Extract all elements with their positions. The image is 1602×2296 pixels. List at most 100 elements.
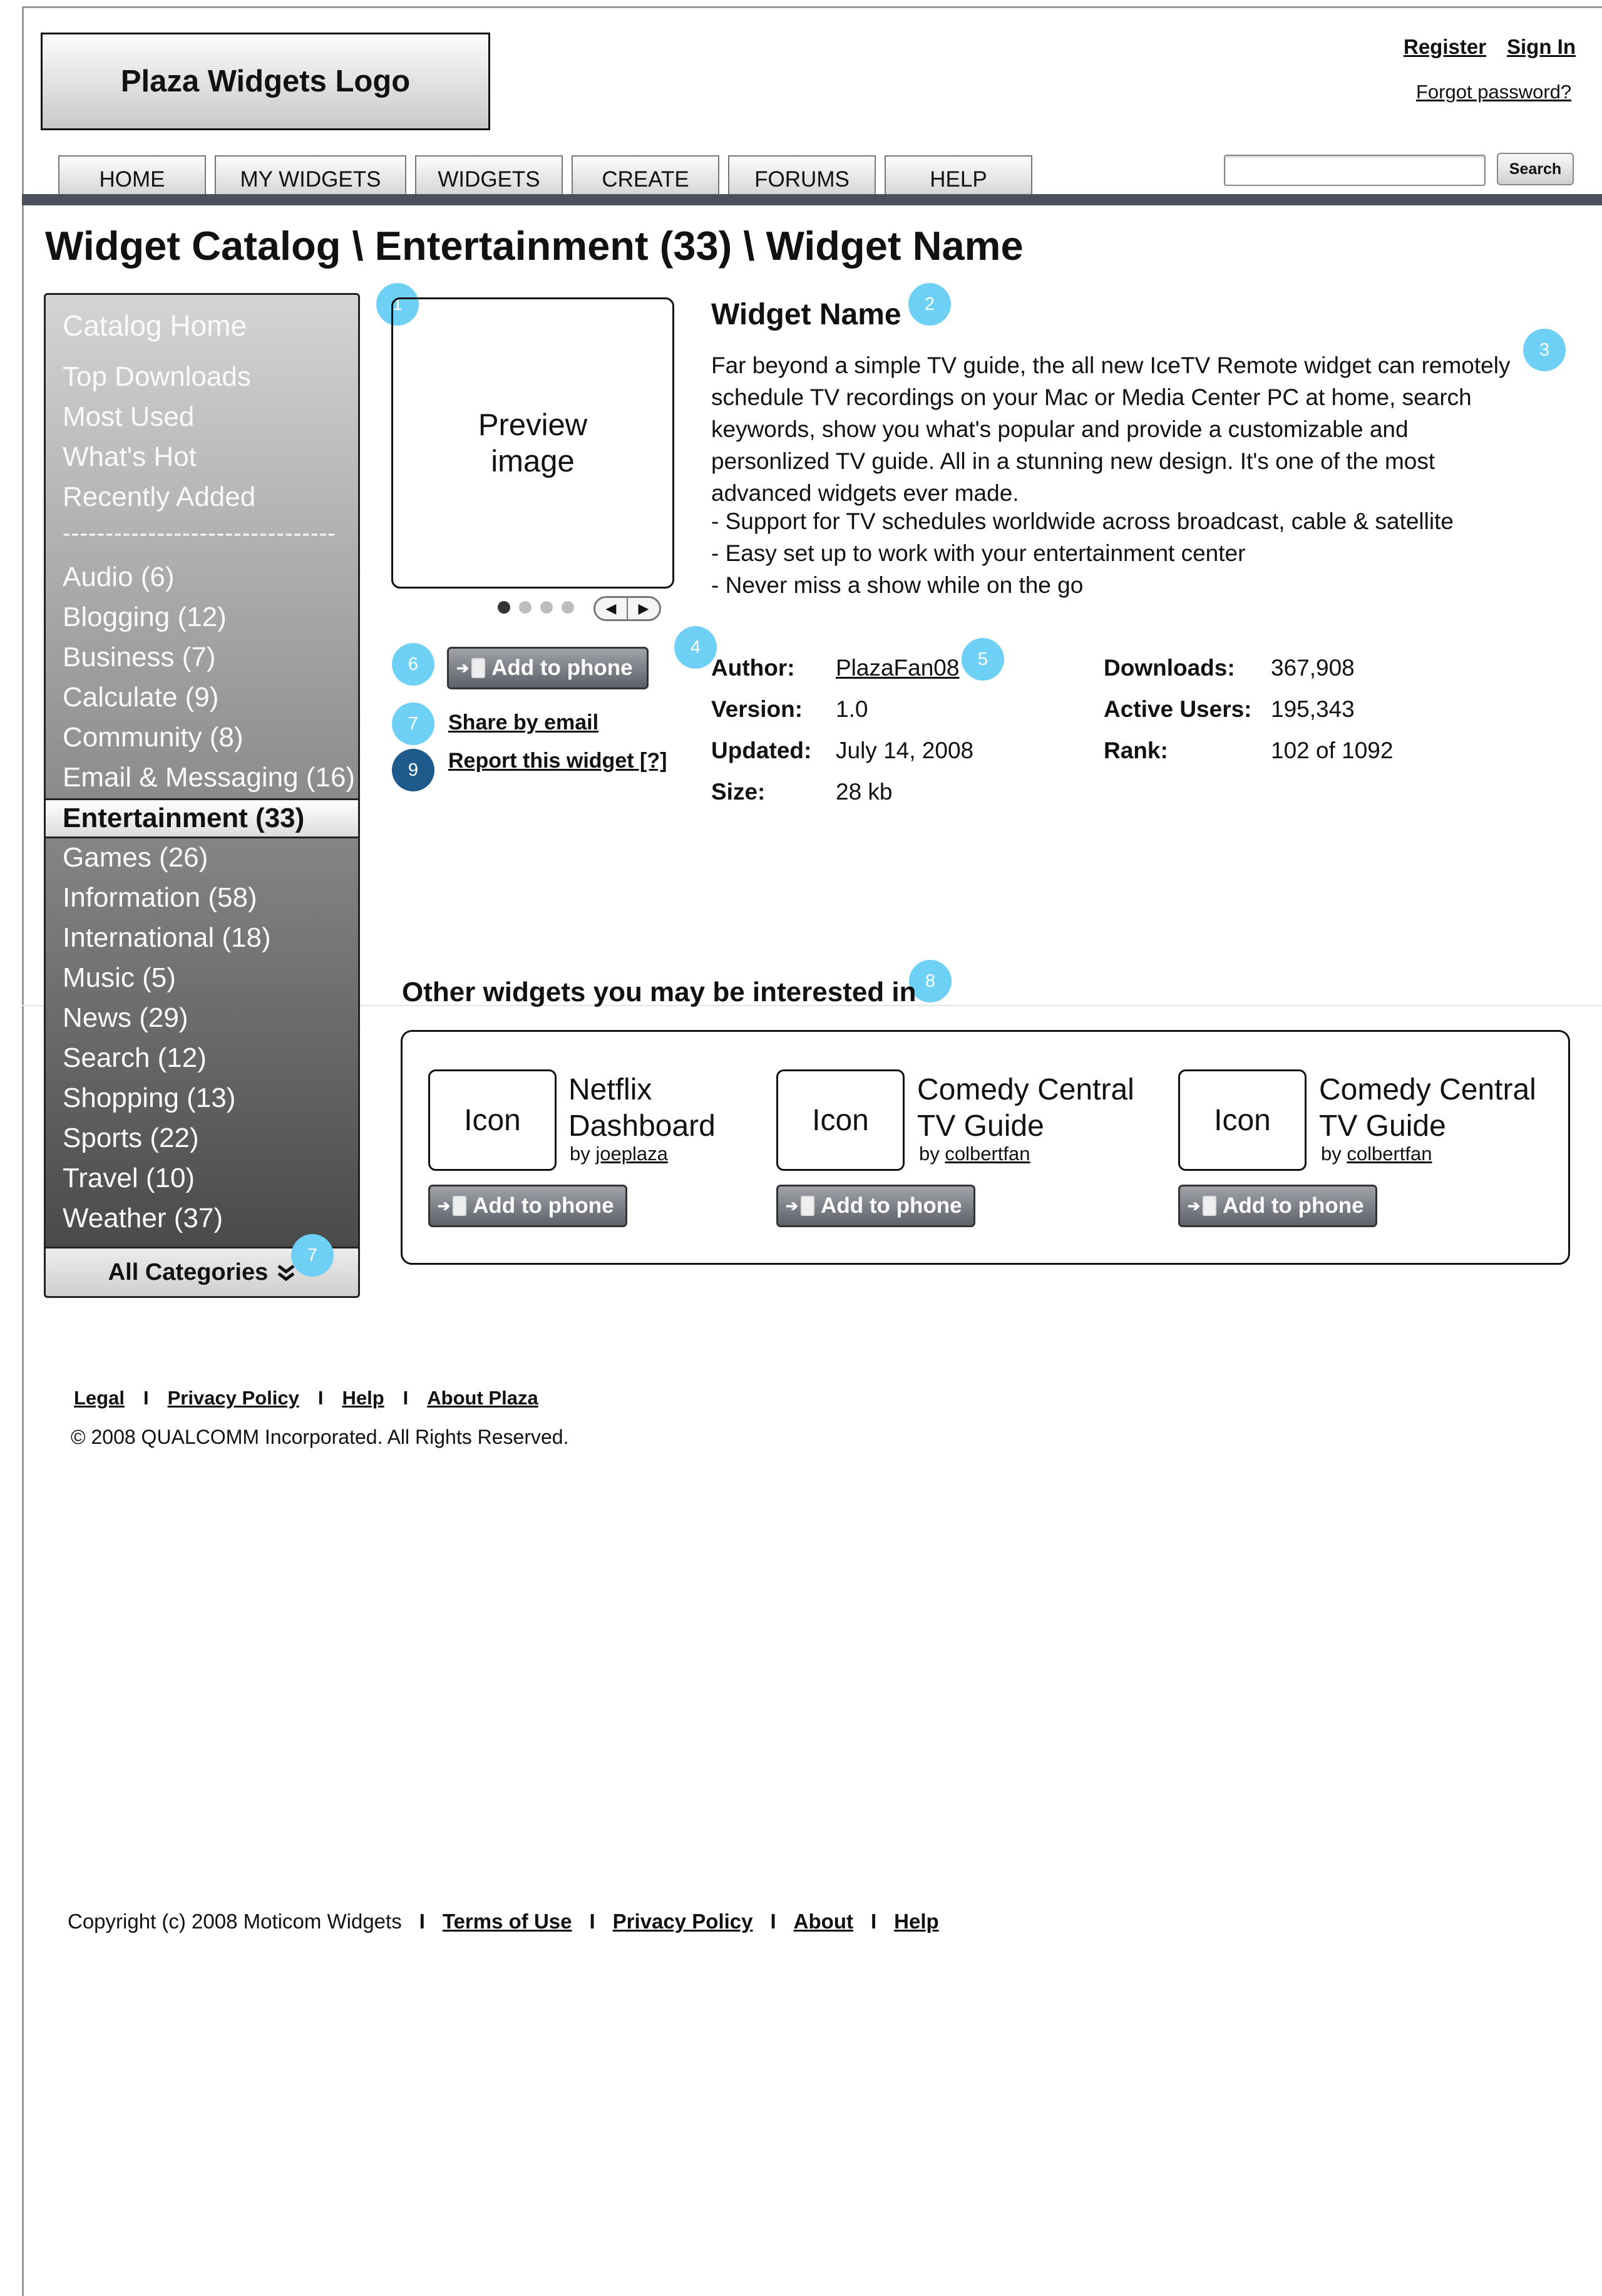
updated-label: Updated: <box>711 738 812 763</box>
preview-image[interactable]: Preview image <box>391 297 674 589</box>
widget-name-heading: Widget Name <box>711 298 901 331</box>
next-arrow-icon[interactable]: ▶ <box>628 598 659 619</box>
related-widget-author-link[interactable]: colbertfan <box>945 1143 1030 1165</box>
sidebar-item-entertainment[interactable]: Entertainment (33) <box>46 798 358 838</box>
carousel-dot-3[interactable] <box>540 601 553 614</box>
bottom-privacy-link[interactable]: Privacy Policy <box>613 1910 753 1933</box>
share-by-email-link[interactable]: Share by email <box>448 711 598 735</box>
related-widget-author-link[interactable]: colbertfan <box>1347 1143 1432 1165</box>
sidebar-item-information[interactable]: Information (58) <box>63 882 257 914</box>
all-categories-label: All Categories <box>108 1259 269 1285</box>
forgot-password-link[interactable]: Forgot password? <box>1416 81 1571 103</box>
sidebar-whats-hot[interactable]: What's Hot <box>63 441 197 473</box>
annotation-badge-5: 5 <box>962 638 1004 681</box>
feature-bullet: - Support for TV schedules worldwide acr… <box>711 508 1454 534</box>
sidebar-item-games[interactable]: Games (26) <box>63 842 208 873</box>
add-to-phone-button[interactable]: ➔ Add to phone <box>428 1185 627 1227</box>
feature-bullet: - Never miss a show while on the go <box>711 572 1084 598</box>
sidebar-item-shopping[interactable]: Shopping (13) <box>63 1083 235 1114</box>
search-input[interactable] <box>1224 155 1486 186</box>
related-widget-byline: by colbertfan <box>919 1143 1030 1165</box>
sidebar-item-blogging[interactable]: Blogging (12) <box>63 602 227 633</box>
tab-help[interactable]: HELP <box>885 155 1032 195</box>
sidebar-item-sports[interactable]: Sports (22) <box>63 1123 199 1154</box>
preview-label-line2: image <box>491 444 575 478</box>
sidebar-item-calculate[interactable]: Calculate (9) <box>63 682 218 713</box>
carousel-pager: ◀ ▶ <box>593 596 661 621</box>
sidebar-item-international[interactable]: International (18) <box>63 922 271 954</box>
related-widget-name[interactable]: Comedy Central TV Guide <box>1319 1072 1536 1145</box>
search-button[interactable]: Search <box>1497 153 1574 185</box>
sidebar-item-business[interactable]: Business (7) <box>63 642 216 673</box>
footer-help-link[interactable]: Help <box>342 1387 384 1409</box>
author-link[interactable]: PlazaFan08 <box>836 655 959 681</box>
footer-privacy-link[interactable]: Privacy Policy <box>168 1387 299 1409</box>
sidebar-item-news[interactable]: News (29) <box>63 1002 188 1034</box>
sidebar-most-used[interactable]: Most Used <box>63 401 194 433</box>
phone-transfer-icon: ➔ <box>438 1196 467 1216</box>
related-widget-name[interactable]: Netflix Dashboard <box>568 1072 716 1145</box>
downloads-value: 367,908 <box>1271 655 1355 681</box>
footer-links: Legal I Privacy Policy I Help I About Pl… <box>74 1387 538 1409</box>
related-widget-byline: by joeplaza <box>570 1143 668 1165</box>
widget-description: Far beyond a simple TV guide, the all ne… <box>711 353 1511 506</box>
bottom-footer: Copyright (c) 2008 Moticom Widgets I Ter… <box>68 1910 939 1933</box>
category-sidebar: Catalog Home Top Downloads Most Used Wha… <box>44 293 360 1249</box>
sign-in-link[interactable]: Sign In <box>1507 35 1576 59</box>
widget-icon[interactable]: Icon <box>1178 1069 1307 1171</box>
size-label: Size: <box>711 779 766 805</box>
page-frame-top <box>22 6 1602 8</box>
phone-transfer-icon: ➔ <box>456 658 486 678</box>
sidebar-item-community[interactable]: Community (8) <box>63 722 244 753</box>
tab-create[interactable]: CREATE <box>572 155 719 195</box>
carousel-dot-4[interactable] <box>562 601 574 614</box>
widget-icon[interactable]: Icon <box>428 1069 557 1171</box>
tab-forums[interactable]: FORUMS <box>728 155 876 195</box>
breadcrumb: Widget Catalog \ Entertainment (33) \ Wi… <box>45 223 1024 269</box>
sidebar-catalog-home[interactable]: Catalog Home <box>63 309 247 342</box>
tab-widgets[interactable]: WIDGETS <box>415 155 563 195</box>
active-users-value: 195,343 <box>1271 696 1355 722</box>
footer-about-link[interactable]: About Plaza <box>427 1387 538 1409</box>
related-widget-name[interactable]: Comedy Central TV Guide <box>917 1072 1134 1145</box>
bottom-copyright: Copyright (c) 2008 Moticom Widgets <box>68 1910 402 1933</box>
sidebar-item-music[interactable]: Music (5) <box>63 962 176 994</box>
register-link[interactable]: Register <box>1404 35 1486 59</box>
tab-home[interactable]: HOME <box>58 155 206 195</box>
bottom-help-link[interactable]: Help <box>894 1910 939 1933</box>
add-to-phone-label: Add to phone <box>491 656 633 680</box>
sidebar-item-audio[interactable]: Audio (6) <box>63 562 175 593</box>
sidebar-top-downloads[interactable]: Top Downloads <box>63 361 251 393</box>
terms-of-use-link[interactable]: Terms of Use <box>443 1910 572 1933</box>
sidebar-item-weather[interactable]: Weather (37) <box>63 1203 223 1234</box>
version-label: Version: <box>711 696 803 722</box>
add-to-phone-button[interactable]: ➔ Add to phone <box>447 647 649 689</box>
annotation-badge-6: 6 <box>392 643 434 686</box>
bottom-about-link[interactable]: About <box>794 1910 853 1933</box>
sidebar-item-search[interactable]: Search (12) <box>63 1042 207 1074</box>
sidebar-recently-added[interactable]: Recently Added <box>63 481 255 513</box>
nav-bar <box>22 194 1602 205</box>
carousel-dot-2[interactable] <box>519 601 531 614</box>
widget-icon[interactable]: Icon <box>776 1069 905 1171</box>
carousel-dot-1[interactable] <box>498 601 510 614</box>
annotation-badge-4: 4 <box>674 626 717 669</box>
report-widget-link[interactable]: Report this widget [?] <box>448 749 667 773</box>
related-widget-author-link[interactable]: joeplaza <box>595 1143 667 1165</box>
annotation-badge-2: 2 <box>908 283 951 326</box>
double-chevron-down-icon <box>277 1265 295 1282</box>
add-to-phone-button[interactable]: ➔ Add to phone <box>1178 1185 1377 1227</box>
updated-value: July 14, 2008 <box>836 738 974 763</box>
author-label: Author: <box>711 655 795 681</box>
phone-transfer-icon: ➔ <box>786 1196 815 1216</box>
footer-copyright: © 2008 QUALCOMM Incorporated. All Rights… <box>71 1426 569 1448</box>
page-frame-left <box>22 6 24 2296</box>
prev-arrow-icon[interactable]: ◀ <box>595 598 628 619</box>
add-to-phone-button[interactable]: ➔ Add to phone <box>776 1185 975 1227</box>
site-logo[interactable]: Plaza Widgets Logo <box>41 33 490 130</box>
feature-bullet: - Easy set up to work with your entertai… <box>711 540 1246 566</box>
sidebar-item-travel[interactable]: Travel (10) <box>63 1163 195 1194</box>
tab-my-widgets[interactable]: MY WIDGETS <box>215 155 406 195</box>
footer-legal-link[interactable]: Legal <box>74 1387 125 1409</box>
sidebar-item-email-messaging[interactable]: Email & Messaging (16) <box>63 762 355 793</box>
